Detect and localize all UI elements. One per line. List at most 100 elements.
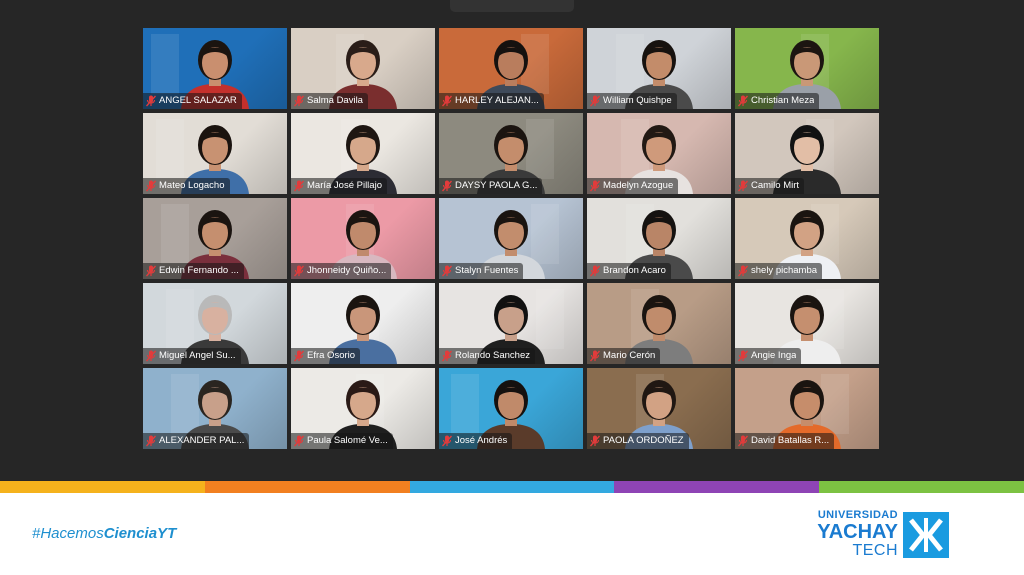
participant-name-tag: Stalyn Fuentes bbox=[439, 263, 524, 279]
participant-name: Camilo Mirt bbox=[751, 180, 800, 191]
mic-muted-icon bbox=[590, 180, 600, 192]
mic-muted-icon bbox=[146, 350, 156, 362]
participant-tile[interactable]: José Andrés bbox=[439, 368, 583, 449]
participant-tile[interactable]: María José Pillajo bbox=[291, 113, 435, 194]
participant-name: María José Pillajo bbox=[307, 180, 382, 191]
participant-tile[interactable]: Edwin Fernando ... bbox=[143, 198, 287, 279]
mic-muted-icon bbox=[294, 95, 304, 107]
participant-name: shely pichamba bbox=[751, 265, 818, 276]
mic-muted-icon bbox=[294, 180, 304, 192]
participant-tile[interactable]: Christian Meza bbox=[735, 28, 879, 109]
participant-tile[interactable]: Miguel Angel Su... bbox=[143, 283, 287, 364]
participant-name-tag: DAYSY PAOLA G... bbox=[439, 178, 543, 194]
participant-tile[interactable]: Salma Davila bbox=[291, 28, 435, 109]
mic-muted-icon bbox=[590, 435, 600, 447]
video-meeting-area: ANGEL SALAZAR Salma Davila HARLEY ALEJAN..… bbox=[0, 0, 1024, 481]
participant-tile[interactable]: Madelyn Azogue bbox=[587, 113, 731, 194]
participant-name: Salma Davila bbox=[307, 95, 363, 106]
participant-name-tag: Miguel Angel Su... bbox=[143, 348, 241, 364]
participant-gallery: ANGEL SALAZAR Salma Davila HARLEY ALEJAN..… bbox=[143, 28, 879, 449]
participant-name: DAYSY PAOLA G... bbox=[455, 180, 538, 191]
participant-name: Edwin Fernando ... bbox=[159, 265, 239, 276]
participant-name-tag: Efra Osorio bbox=[291, 348, 361, 364]
participant-tile[interactable]: David Batallas R... bbox=[735, 368, 879, 449]
participant-name-tag: David Batallas R... bbox=[735, 433, 835, 449]
mic-muted-icon bbox=[146, 435, 156, 447]
color-stripe bbox=[0, 481, 1024, 493]
participant-tile[interactable]: Efra Osorio bbox=[291, 283, 435, 364]
participant-tile[interactable]: Paula Salomé Ve... bbox=[291, 368, 435, 449]
participant-name-tag: Edwin Fernando ... bbox=[143, 263, 244, 279]
stripe-segment bbox=[409, 481, 615, 493]
participant-tile[interactable]: Jhonneidy Quiño... bbox=[291, 198, 435, 279]
mic-muted-icon bbox=[442, 265, 452, 277]
participant-name-tag: José Andrés bbox=[439, 433, 513, 449]
participant-name-tag: ANGEL SALAZAR bbox=[143, 93, 242, 109]
participant-tile[interactable]: DAYSY PAOLA G... bbox=[439, 113, 583, 194]
participant-name: PAOLA ORDOÑEZ bbox=[603, 435, 684, 446]
participant-tile[interactable]: William Quishpe bbox=[587, 28, 731, 109]
participant-name-tag: Christian Meza bbox=[735, 93, 820, 109]
stripe-segment bbox=[0, 481, 205, 493]
participant-name-tag: ALEXANDER PAL... bbox=[143, 433, 250, 449]
participant-name-tag: Salma Davila bbox=[291, 93, 368, 109]
participant-name: Madelyn Azogue bbox=[603, 180, 674, 191]
participant-name: Christian Meza bbox=[751, 95, 815, 106]
participant-tile[interactable]: Mateo Logacho bbox=[143, 113, 287, 194]
participant-name: Mateo Logacho bbox=[159, 180, 225, 191]
participant-tile[interactable]: Mario Cerón bbox=[587, 283, 731, 364]
yachay-tech-logo-icon bbox=[903, 512, 949, 558]
participant-name-tag: Mario Cerón bbox=[587, 348, 661, 364]
stripe-segment bbox=[204, 481, 410, 493]
participant-name: Paula Salomé Ve... bbox=[307, 435, 388, 446]
hashtag-text: #HacemosCienciaYT bbox=[32, 525, 177, 542]
participant-name-tag: Rolando Sanchez bbox=[439, 348, 535, 364]
participant-tile[interactable]: Camilo Mirt bbox=[735, 113, 879, 194]
logo-line3: TECH bbox=[852, 542, 898, 559]
participant-tile[interactable]: Rolando Sanchez bbox=[439, 283, 583, 364]
participant-name: Efra Osorio bbox=[307, 350, 356, 361]
participant-tile[interactable]: PAOLA ORDOÑEZ bbox=[587, 368, 731, 449]
mic-muted-icon bbox=[738, 95, 748, 107]
participant-name: Stalyn Fuentes bbox=[455, 265, 519, 276]
stripe-segment bbox=[614, 481, 820, 493]
participant-tile[interactable]: HARLEY ALEJAN... bbox=[439, 28, 583, 109]
participant-tile[interactable]: ALEXANDER PAL... bbox=[143, 368, 287, 449]
participant-name-tag: PAOLA ORDOÑEZ bbox=[587, 433, 689, 449]
participant-name-tag: HARLEY ALEJAN... bbox=[439, 93, 544, 109]
mic-muted-icon bbox=[738, 265, 748, 277]
participant-name-tag: Camilo Mirt bbox=[735, 178, 805, 194]
participant-name: ANGEL SALAZAR bbox=[159, 95, 237, 106]
participant-name: David Batallas R... bbox=[751, 435, 830, 446]
mic-muted-icon bbox=[442, 180, 452, 192]
university-logo-text: UNIVERSIDAD YACHAY TECH bbox=[812, 510, 898, 559]
participant-name: Rolando Sanchez bbox=[455, 350, 530, 361]
participant-name-tag: Angie Inga bbox=[735, 348, 802, 364]
participant-name: Mario Cerón bbox=[603, 350, 656, 361]
logo-line1: UNIVERSIDAD bbox=[817, 509, 898, 521]
mic-muted-icon bbox=[590, 350, 600, 362]
mic-muted-icon bbox=[442, 435, 452, 447]
mic-muted-icon bbox=[738, 350, 748, 362]
mic-muted-icon bbox=[146, 265, 156, 277]
participant-tile[interactable]: ANGEL SALAZAR bbox=[143, 28, 287, 109]
participant-name-tag: William Quishpe bbox=[587, 93, 677, 109]
participant-tile[interactable]: shely pichamba bbox=[735, 198, 879, 279]
mic-muted-icon bbox=[442, 350, 452, 362]
participant-tile[interactable]: Angie Inga bbox=[735, 283, 879, 364]
participant-tile[interactable]: Brandon Acaro bbox=[587, 198, 731, 279]
mic-muted-icon bbox=[294, 435, 304, 447]
participant-name: Jhonneidy Quiño... bbox=[307, 265, 387, 276]
participant-name: José Andrés bbox=[455, 435, 508, 446]
mic-muted-icon bbox=[590, 95, 600, 107]
stripe-segment bbox=[819, 481, 1024, 493]
participant-name-tag: Jhonneidy Quiño... bbox=[291, 263, 392, 279]
participant-name-tag: Brandon Acaro bbox=[587, 263, 671, 279]
participant-name: Angie Inga bbox=[751, 350, 797, 361]
mic-muted-icon bbox=[294, 350, 304, 362]
participant-name-tag: María José Pillajo bbox=[291, 178, 387, 194]
participant-name: William Quishpe bbox=[603, 95, 672, 106]
logo-line2: YACHAY bbox=[817, 521, 898, 543]
participant-tile[interactable]: Stalyn Fuentes bbox=[439, 198, 583, 279]
meeting-top-bar[interactable] bbox=[450, 0, 574, 12]
